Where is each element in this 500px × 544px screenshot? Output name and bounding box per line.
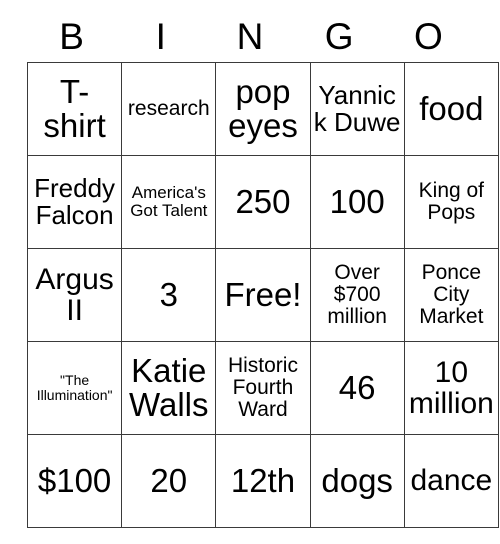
bingo-cell[interactable]: research: [121, 62, 217, 156]
bingo-cell-text: 10 million: [408, 355, 494, 420]
bingo-cell-text: King of Pops: [418, 179, 485, 224]
bingo-cell-text: 12th: [230, 461, 296, 499]
bingo-cell[interactable]: 10 million: [403, 341, 499, 435]
bingo-cell-text: Over $700 million: [327, 261, 387, 328]
bingo-cell-text: Yannick Duwe: [313, 79, 401, 137]
bingo-cell[interactable]: Katie Walls: [121, 341, 217, 435]
bingo-grid: T-shirt research pop eyes Yannick Duwe f…: [26, 62, 499, 528]
bingo-cell[interactable]: Over $700 million: [309, 248, 405, 342]
bingo-cell[interactable]: 250: [215, 155, 311, 249]
bingo-cell-text: Argus II: [35, 262, 114, 327]
bingo-cell[interactable]: T-shirt: [26, 62, 123, 156]
bingo-row: T-shirt research pop eyes Yannick Duwe f…: [26, 62, 499, 156]
bingo-cell-text: food: [419, 89, 484, 127]
bingo-cell[interactable]: King of Pops: [403, 155, 499, 249]
bingo-cell[interactable]: "The Illumination": [26, 341, 123, 435]
bingo-cell[interactable]: America's Got Talent: [121, 155, 217, 249]
bingo-cell[interactable]: 12th: [215, 434, 311, 528]
bingo-cell[interactable]: 100: [309, 155, 405, 249]
bingo-cell-text: dogs: [321, 461, 393, 499]
bingo-cell[interactable]: Argus II: [26, 248, 123, 342]
bingo-cell-text: 3: [159, 275, 178, 313]
bingo-cell-text: 46: [338, 368, 376, 406]
bingo-cell-text: "The Illumination": [36, 372, 113, 403]
bingo-cell-text: America's Got Talent: [130, 183, 208, 220]
bingo-cell-text: Historic Fourth Ward: [227, 354, 298, 421]
bingo-cell[interactable]: Historic Fourth Ward: [215, 341, 311, 435]
bingo-free-space[interactable]: Free!: [215, 248, 311, 342]
bingo-row: Freddy Falcon America's Got Talent 250 1…: [26, 155, 499, 249]
bingo-cell-text: 100: [329, 182, 385, 220]
bingo-cell-text: pop eyes: [228, 72, 298, 144]
bingo-cell[interactable]: dance: [403, 434, 499, 528]
bingo-header-letter-b: B: [59, 15, 84, 57]
bingo-header-letter-g: G: [324, 15, 354, 57]
bingo-cell-text: Ponce City Market: [419, 261, 484, 328]
bingo-row: $100 20 12th dogs dance: [26, 434, 499, 528]
bingo-cell[interactable]: $100: [26, 434, 123, 528]
bingo-cell-text: Freddy Falcon: [34, 172, 116, 230]
bingo-header-row: B I N G O: [27, 10, 473, 62]
bingo-cell[interactable]: 3: [121, 248, 217, 342]
bingo-cell-text: $100: [37, 461, 112, 499]
bingo-cell-text: dance: [410, 464, 493, 498]
bingo-cell-text: T-shirt: [43, 72, 106, 144]
bingo-cell[interactable]: dogs: [309, 434, 405, 528]
bingo-row: Argus II 3 Free! Over $700 million Ponce…: [26, 248, 499, 342]
bingo-cell-text: 250: [235, 182, 291, 220]
bingo-cell-text: Katie Walls: [129, 351, 209, 423]
bingo-card: B I N G O T-shirt research pop eyes Yann…: [26, 10, 499, 528]
bingo-cell[interactable]: 20: [121, 434, 217, 528]
bingo-cell-text: 20: [150, 461, 188, 499]
bingo-header-letter-i: I: [155, 15, 166, 57]
bingo-cell[interactable]: pop eyes: [215, 62, 311, 156]
bingo-cell-text: Free!: [224, 275, 302, 313]
bingo-cell[interactable]: Yannick Duwe: [309, 62, 405, 156]
bingo-row: "The Illumination" Katie Walls Historic …: [26, 341, 499, 435]
bingo-cell[interactable]: 46: [309, 341, 405, 435]
bingo-header-letter-o: O: [413, 15, 443, 57]
bingo-header-letter-n: N: [236, 15, 264, 57]
bingo-cell[interactable]: Ponce City Market: [403, 248, 499, 342]
bingo-cell[interactable]: Freddy Falcon: [26, 155, 123, 249]
bingo-cell-text: research: [127, 97, 210, 121]
bingo-cell[interactable]: food: [403, 62, 499, 156]
